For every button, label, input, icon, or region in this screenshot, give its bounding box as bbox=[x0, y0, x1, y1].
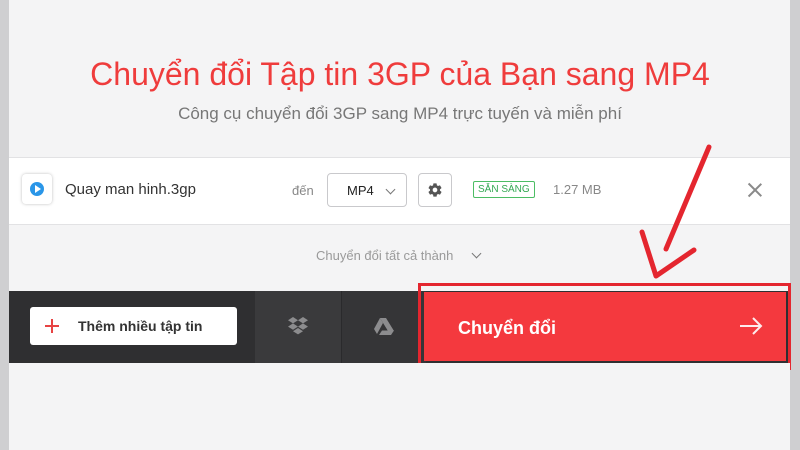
play-circle-icon bbox=[22, 174, 52, 204]
format-select[interactable]: MP4 bbox=[327, 173, 407, 207]
dropbox-button[interactable] bbox=[255, 291, 341, 363]
file-size: 1.27 MB bbox=[553, 182, 602, 197]
google-drive-icon bbox=[374, 318, 394, 335]
convert-all-dropdown[interactable]: Chuyển đổi tất cả thành bbox=[316, 248, 482, 263]
add-more-files-label: Thêm nhiều tập tin bbox=[78, 318, 203, 334]
convert-label: Chuyển đổi bbox=[458, 318, 556, 338]
status-badge: SẴN SÀNG bbox=[473, 181, 535, 198]
plus-icon bbox=[45, 319, 59, 333]
convert-all-label: Chuyển đổi tất cả thành bbox=[316, 248, 454, 263]
add-more-files-button[interactable]: Thêm nhiều tập tin bbox=[30, 307, 237, 345]
chevron-down-icon bbox=[385, 184, 396, 195]
arrow-right-icon bbox=[740, 317, 763, 335]
to-label: đến bbox=[292, 183, 314, 198]
page-subtitle: Công cụ chuyển đổi 3GP sang MP4 trực tuy… bbox=[178, 104, 622, 123]
format-value: MP4 bbox=[347, 183, 374, 198]
file-name: Quay man hinh.3gp bbox=[65, 181, 196, 198]
page-title: Chuyển đổi Tập tin 3GP của Bạn sang MP4 bbox=[90, 56, 710, 92]
close-icon[interactable] bbox=[739, 174, 771, 206]
gear-icon bbox=[428, 183, 442, 197]
convert-button[interactable]: Chuyển đổi bbox=[424, 292, 786, 361]
dropbox-icon bbox=[288, 317, 308, 335]
settings-button[interactable] bbox=[418, 173, 452, 207]
bottom-area bbox=[9, 363, 790, 450]
google-drive-button[interactable] bbox=[341, 291, 426, 363]
